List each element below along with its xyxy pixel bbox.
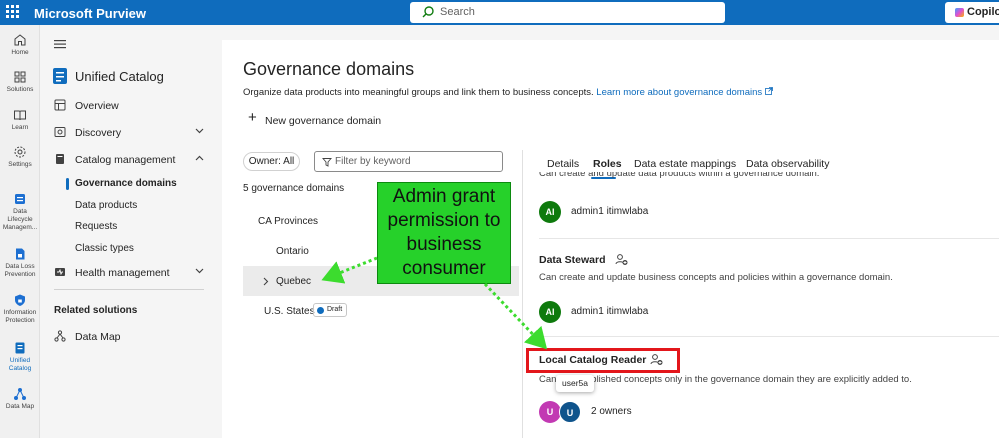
arrow-to-quebec — [327, 258, 377, 278]
annotation-arrows — [0, 0, 999, 438]
arrow-to-role — [485, 284, 543, 345]
